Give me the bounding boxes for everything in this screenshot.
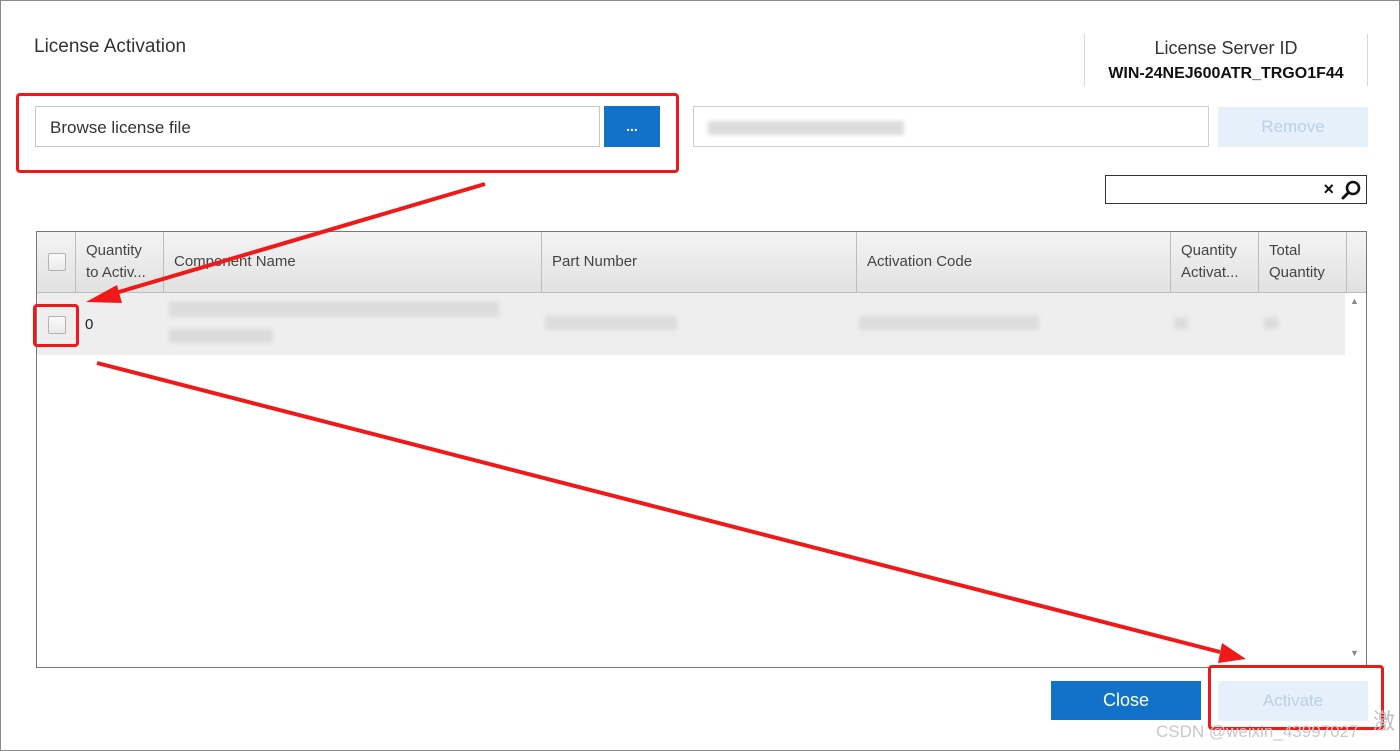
redacted-component-name-line2 — [169, 329, 273, 343]
header-part-number[interactable]: Part Number — [542, 232, 857, 292]
header-label: Quantity to Activ... — [86, 242, 146, 281]
redacted-component-name — [169, 301, 499, 317]
header-label: Activation Code — [867, 253, 973, 270]
watermark-cjk-text: 激 — [1373, 709, 1396, 734]
header-label: Component Name — [174, 253, 296, 270]
selected-file-field[interactable] — [693, 106, 1209, 147]
scroll-up-arrow-icon[interactable]: ▲ — [1350, 296, 1359, 306]
redacted-quantity-activated — [1174, 317, 1188, 329]
license-server-id: WIN-24NEJ600ATR_TRGO1F44 — [1108, 65, 1344, 82]
dialog-title: License Activation — [34, 36, 187, 57]
header-select-all-cell — [37, 232, 76, 292]
quantity-to-activate-value: 0 — [85, 316, 94, 333]
redacted-filename — [708, 121, 904, 135]
watermark-text: CSDN @weixin_43997027 — [1156, 722, 1359, 741]
clear-icon[interactable]: × — [1323, 179, 1334, 199]
grid-header: Quantity to Activ... Component Name Part… — [37, 232, 1366, 293]
select-all-checkbox[interactable] — [48, 253, 66, 271]
header-label: Part Number — [552, 253, 638, 270]
scroll-down-arrow-icon[interactable]: ▼ — [1350, 648, 1359, 658]
license-server-panel: License Server ID WIN-24NEJ600ATR_TRGO1F… — [1084, 34, 1368, 86]
license-server-label: License Server ID — [1154, 38, 1298, 58]
header-activation-code[interactable]: Activation Code — [857, 232, 1171, 292]
annotation-box-browse — [16, 93, 679, 173]
license-grid: Quantity to Activ... Component Name Part… — [36, 231, 1367, 668]
header-label: Total Quantity — [1269, 242, 1325, 281]
close-button[interactable]: Close — [1051, 681, 1201, 720]
header-label: Quantity Activat... — [1181, 242, 1239, 281]
header-quantity-to-activate[interactable]: Quantity to Activ... — [76, 232, 164, 292]
header-total-quantity[interactable]: Total Quantity — [1259, 232, 1347, 292]
redacted-total-quantity — [1264, 317, 1278, 329]
table-row[interactable]: 0 — [37, 293, 1345, 355]
annotation-box-activate — [1208, 665, 1384, 730]
redacted-part-number — [545, 316, 677, 330]
redacted-activation-code — [859, 316, 1039, 330]
header-component-name[interactable]: Component Name — [164, 232, 542, 292]
search-input[interactable]: × — [1105, 175, 1367, 204]
search-icon[interactable] — [1340, 179, 1362, 201]
annotation-box-checkbox — [33, 304, 79, 347]
header-quantity-activated[interactable]: Quantity Activat... — [1171, 232, 1259, 292]
remove-button[interactable]: Remove — [1218, 107, 1368, 147]
